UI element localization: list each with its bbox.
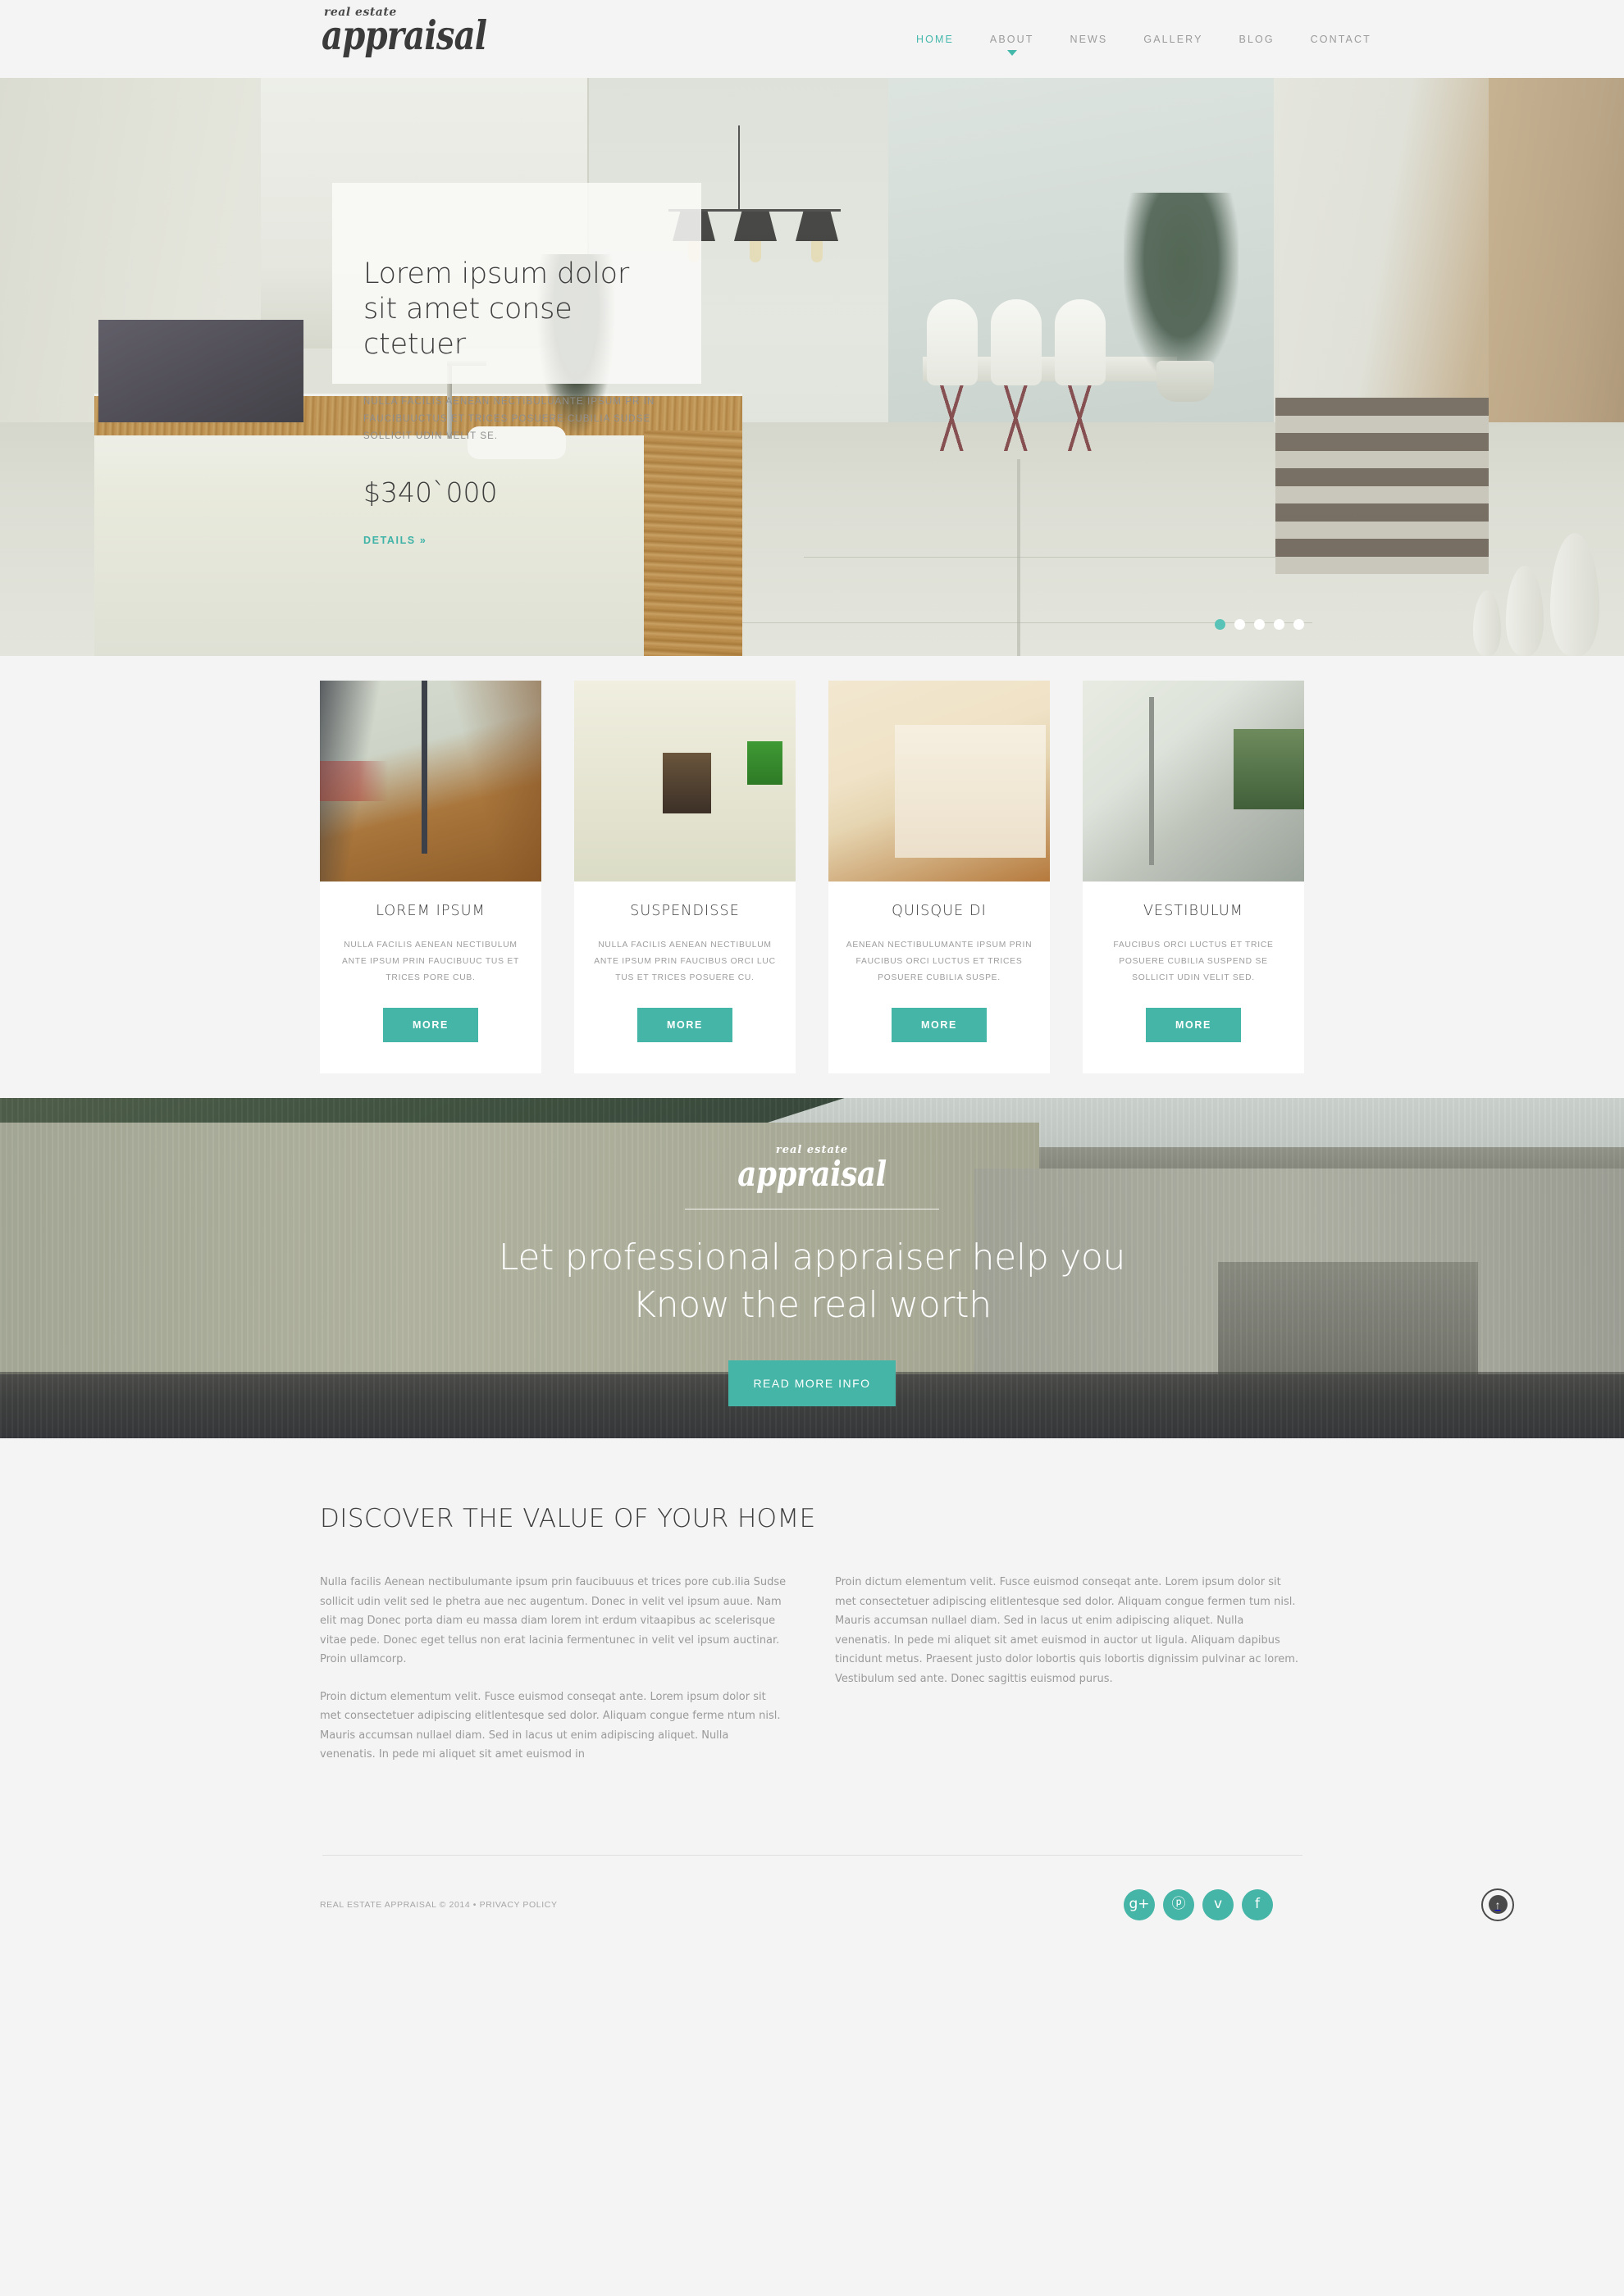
service-card[interactable]: QUISQUE DI AENEAN NECTIBULUMANTE IPSUM P…	[828, 681, 1050, 1073]
cta-read-more-button[interactable]: READ MORE INFO	[728, 1360, 896, 1406]
page-root: real estate appraisal HOME ABOUT NEWS GA…	[0, 0, 1624, 1954]
twitter-icon[interactable]: ᴠ	[1202, 1888, 1234, 1920]
services-section: LOREM IPSUM NULLA FACILIS AENEAN NECTIBU…	[0, 656, 1624, 1098]
service-card-desc: AENEAN NECTIBULUMANTE IPSUM PRIN FAUCIBU…	[846, 941, 1033, 982]
nav-label-home: HOME	[916, 33, 954, 45]
back-to-top-button[interactable]: ↑	[1481, 1888, 1514, 1921]
article-paragraph: Nulla facilis Aenean nectibulumante ipsu…	[320, 1576, 787, 1665]
article-column-right: Proin dictum elementum velit. Fusce euis…	[835, 1573, 1302, 1765]
cta-logo-title: appraisal	[737, 1154, 887, 1194]
cta-content: real estate appraisal Let professional a…	[0, 1098, 1624, 1406]
service-card-title: VESTIBULUM	[1143, 903, 1244, 919]
hero-photo-modern-kitchen	[0, 78, 1624, 656]
service-card-desc: NULLA FACILIS AENEAN NECTIBULUM ANTE IPS…	[341, 941, 520, 982]
hero-slider: Lorem ipsum dolor sit amet conse ctetuer…	[0, 78, 1624, 656]
hero-price: $340`000	[363, 476, 498, 508]
nav-item-contact[interactable]: CONTACT	[1293, 34, 1389, 45]
hero-description: NULLA FACILIS AENEAN NECTIBULUANTE IPSUM…	[363, 397, 655, 441]
article-paragraph: Proin dictum elementum velit. Fusce euis…	[320, 1690, 781, 1761]
cta-divider	[685, 1209, 939, 1210]
hero-details-link[interactable]: DETAILS »	[363, 535, 427, 546]
nav-label-contact: CONTACT	[1310, 33, 1371, 45]
service-card-title: QUISQUE DI	[892, 903, 987, 919]
nav-label-blog: BLOG	[1239, 33, 1275, 45]
service-card-photo	[828, 681, 1050, 882]
site-header: real estate appraisal HOME ABOUT NEWS GA…	[0, 0, 1624, 78]
google-plus-icon[interactable]: g+	[1124, 1888, 1155, 1920]
nav-item-blog[interactable]: BLOG	[1221, 34, 1293, 45]
cta-headline-line-2: Know the real worth	[632, 1284, 992, 1326]
cta-headline-line-1: Let professional appraiser help you	[498, 1237, 1126, 1278]
nav-item-news[interactable]: NEWS	[1051, 34, 1125, 45]
logo-title: appraisal	[322, 11, 487, 59]
hero-dot-4[interactable]	[1274, 619, 1284, 630]
service-card[interactable]: LOREM IPSUM NULLA FACILIS AENEAN NECTIBU…	[320, 681, 541, 1073]
hero-dot-1[interactable]	[1215, 619, 1225, 630]
pinterest-icon[interactable]: ⓟ	[1163, 1888, 1194, 1920]
nav-item-home[interactable]: HOME	[898, 34, 972, 45]
article-column-left: Nulla facilis Aenean nectibulumante ipsu…	[320, 1573, 787, 1765]
site-footer: REAL ESTATE APPRAISAL © 2014 • PRIVACY P…	[0, 1764, 1624, 1954]
services-row: LOREM IPSUM NULLA FACILIS AENEAN NECTIBU…	[320, 681, 1304, 1073]
nav-label-about: ABOUT	[989, 33, 1034, 45]
hero-dot-3[interactable]	[1254, 619, 1265, 630]
service-card-photo	[320, 681, 541, 882]
cta-banner: real estate appraisal Let professional a…	[0, 1098, 1624, 1438]
service-card-more-button[interactable]: MORE	[1146, 1008, 1241, 1042]
service-card-more-button[interactable]: MORE	[383, 1008, 478, 1042]
facebook-icon[interactable]: f	[1242, 1888, 1273, 1920]
service-card-desc: NULLA FACILIS AENEAN NECTIBULUM ANTE IPS…	[594, 941, 776, 982]
site-logo[interactable]: real estate appraisal	[322, 7, 522, 56]
service-card-desc: FAUCIBUS ORCI LUCTUS ET TRICE POSUERE CU…	[1113, 941, 1274, 982]
nav-label-news: NEWS	[1070, 33, 1108, 45]
hero-dot-5[interactable]	[1293, 619, 1304, 630]
arrow-up-icon: ↑	[1488, 1895, 1508, 1914]
service-card[interactable]: SUSPENDISSE NULLA FACILIS AENEAN NECTIBU…	[574, 681, 796, 1073]
copyright-text: REAL ESTATE APPRAISAL © 2014 • PRIVACY P…	[320, 1899, 558, 1910]
article-section: DISCOVER THE VALUE OF YOUR HOME Nulla fa…	[0, 1438, 1624, 1765]
main-navigation: HOME ABOUT NEWS GALLERY BLOG CONTACT	[898, 0, 1389, 78]
article-title: DISCOVER THE VALUE OF YOUR HOME	[320, 1504, 816, 1533]
nav-item-about[interactable]: ABOUT	[972, 33, 1052, 56]
hero-slider-dots	[1215, 619, 1304, 630]
nav-item-gallery[interactable]: GALLERY	[1125, 34, 1220, 45]
hero-title: Lorem ipsum dolor sit amet conse ctetuer	[363, 257, 630, 361]
service-card-photo	[574, 681, 796, 882]
service-card-title: SUSPENDISSE	[630, 903, 740, 919]
service-card-more-button[interactable]: MORE	[892, 1008, 987, 1042]
social-links: g+ ⓟ ᴠ f	[1124, 1888, 1273, 1920]
service-card-title: LOREM IPSUM	[376, 903, 486, 919]
article-paragraph: Proin dictum elementum velit. Fusce euis…	[835, 1576, 1299, 1685]
hero-caption-card: Lorem ipsum dolor sit amet conse ctetuer…	[332, 183, 701, 546]
nav-label-gallery: GALLERY	[1143, 33, 1203, 45]
service-card-photo	[1083, 681, 1304, 882]
chevron-down-icon	[1006, 49, 1017, 56]
service-card-more-button[interactable]: MORE	[637, 1008, 732, 1042]
hero-dot-2[interactable]	[1234, 619, 1245, 630]
service-card[interactable]: VESTIBULUM FAUCIBUS ORCI LUCTUS ET TRICE…	[1083, 681, 1304, 1073]
